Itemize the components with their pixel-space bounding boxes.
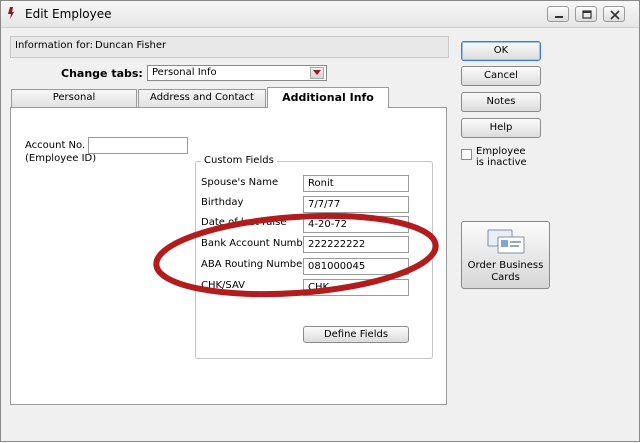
- tab-personal[interactable]: Personal: [11, 89, 137, 107]
- chk-sav-field[interactable]: CHK: [303, 279, 409, 296]
- define-fields-button[interactable]: Define Fields: [303, 326, 409, 343]
- aba-routing-field[interactable]: 081000045: [303, 258, 409, 275]
- help-button[interactable]: Help: [461, 118, 541, 138]
- change-tabs-value: Personal Info: [152, 67, 217, 78]
- birthday-field[interactable]: 7/7/77: [303, 196, 409, 213]
- account-number-input[interactable]: [88, 137, 188, 154]
- business-cards-icon: [487, 229, 525, 254]
- spouse-name-field[interactable]: Ronit: [303, 175, 409, 192]
- order-business-cards-label: Order Business Cards: [462, 260, 549, 284]
- order-business-cards-line1: Order Business: [467, 260, 544, 271]
- close-button[interactable]: [603, 6, 625, 22]
- edit-employee-window: Edit Employee Information for: Duncan Fi…: [0, 0, 640, 442]
- chevron-down-icon: [313, 70, 321, 75]
- employee-info-bar: Information for: Duncan Fisher: [10, 36, 449, 58]
- last-raise-field[interactable]: 4-20-72: [303, 216, 409, 233]
- birthday-label: Birthday: [201, 197, 244, 208]
- title-bar[interactable]: Edit Employee: [1, 1, 639, 28]
- last-raise-label: Date of last raise: [201, 217, 287, 228]
- chk-sav-label: CHK/SAV: [201, 280, 246, 291]
- bank-account-field[interactable]: 222222222: [303, 236, 409, 253]
- tab-address-and-contact[interactable]: Address and Contact: [138, 89, 266, 107]
- change-tabs-select[interactable]: Personal Info: [147, 65, 327, 81]
- close-icon: [610, 10, 620, 20]
- dropdown-button[interactable]: [310, 67, 324, 79]
- order-business-cards-button[interactable]: Order Business Cards: [461, 221, 550, 289]
- info-label: Information for:: [15, 40, 94, 51]
- aba-routing-label: ABA Routing Number: [201, 259, 307, 270]
- notes-button[interactable]: Notes: [461, 92, 541, 112]
- tab-additional-info[interactable]: Additional Info: [267, 87, 389, 108]
- cancel-button[interactable]: Cancel: [461, 66, 541, 86]
- custom-fields-title: Custom Fields: [201, 155, 277, 166]
- account-number-label-line1: Account No.: [25, 140, 86, 151]
- minimize-button[interactable]: [547, 6, 569, 22]
- bank-account-label: Bank Account Number: [201, 238, 314, 249]
- employee-inactive-checkbox[interactable]: [461, 149, 472, 160]
- ok-button[interactable]: OK: [461, 41, 541, 61]
- maximize-icon: [582, 10, 592, 19]
- spouse-name-label: Spouse's Name: [201, 177, 279, 188]
- employee-inactive-label: Employee is inactive: [476, 146, 527, 168]
- maximize-button[interactable]: [575, 6, 597, 22]
- employee-name: Duncan Fisher: [95, 40, 167, 51]
- account-number-label-line2: (Employee ID): [25, 153, 97, 164]
- window-title: Edit Employee: [25, 7, 112, 21]
- order-business-cards-line2: Cards: [491, 272, 520, 283]
- minimize-icon: [555, 16, 563, 18]
- app-icon: [8, 7, 14, 19]
- account-number-label: Account No. (Employee ID): [25, 139, 96, 165]
- change-tabs-label: Change tabs:: [61, 67, 143, 80]
